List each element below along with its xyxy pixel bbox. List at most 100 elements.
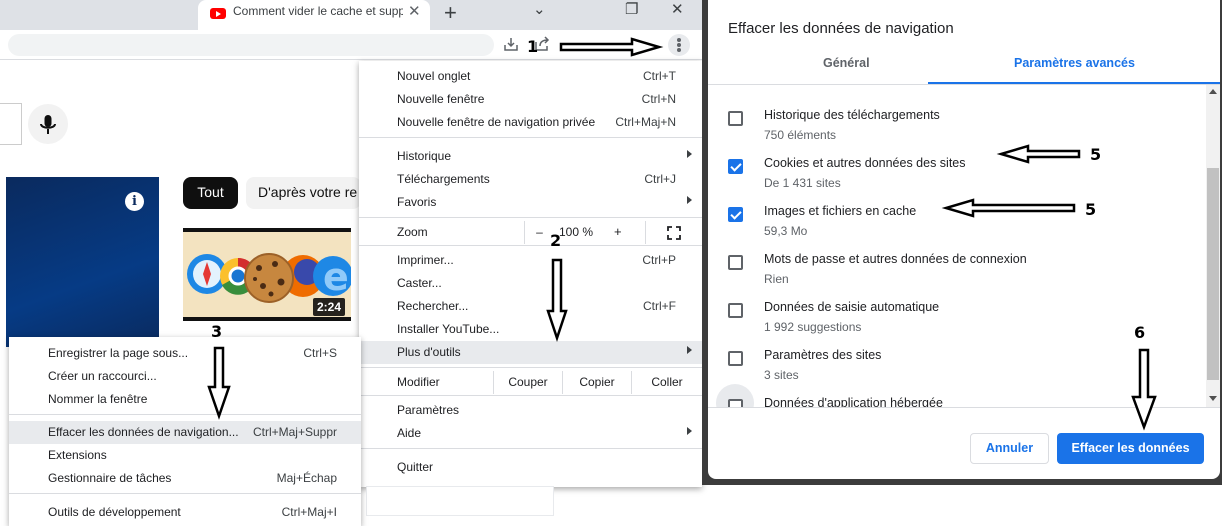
menu-item-zoom: Zoom – 100 % + xyxy=(359,221,702,244)
chevron-right-icon xyxy=(687,150,692,158)
menu-item-history[interactable]: Historique xyxy=(359,145,702,168)
checkbox-checked[interactable] xyxy=(728,159,743,174)
submenu-item-extensions[interactable]: Extensions xyxy=(9,444,361,467)
menu-item-new-tab[interactable]: Nouvel onglet Ctrl+T xyxy=(359,65,702,88)
checkbox[interactable] xyxy=(728,351,743,366)
scroll-up-icon[interactable] xyxy=(1209,89,1217,94)
voice-search-button[interactable] xyxy=(28,104,68,144)
info-icon[interactable]: i xyxy=(125,192,144,211)
menu-item-more-tools[interactable]: Plus d'outils xyxy=(359,341,702,364)
address-bar[interactable] xyxy=(8,34,494,56)
menu-item-install-app[interactable]: Installer YouTube... xyxy=(359,318,702,341)
submenu-item-clear-browsing-data[interactable]: Effacer les données de navigation... Ctr… xyxy=(9,421,361,444)
menu-item-downloads[interactable]: Téléchargements Ctrl+J xyxy=(359,168,702,191)
annotation-number-1: 1 xyxy=(527,37,539,56)
chevron-right-icon xyxy=(687,427,692,435)
chip-recommended[interactable]: D'après votre re xyxy=(246,177,361,209)
paste-button[interactable]: Coller xyxy=(631,371,702,394)
menu-item-shortcut: Ctrl+F xyxy=(643,299,676,313)
annotation-number-2: 2 xyxy=(550,231,562,250)
menu-item-label: Créer un raccourci... xyxy=(48,369,157,383)
zoom-in-button[interactable]: + xyxy=(614,224,622,239)
svg-text:e: e xyxy=(323,255,349,299)
menu-item-label: Historique xyxy=(397,149,452,163)
menu-item-shortcut: Ctrl+Maj+N xyxy=(615,115,676,129)
cancel-button[interactable]: Annuler xyxy=(970,433,1049,464)
menu-item-shortcut: Ctrl+S xyxy=(303,346,337,360)
menu-item-label: Extensions xyxy=(48,448,107,462)
scroll-down-icon[interactable] xyxy=(1209,396,1217,401)
option-subtitle: 59,3 Mo xyxy=(764,224,808,238)
annotation-arrow-left-icon xyxy=(996,144,1081,164)
annotation-number-5: 5 xyxy=(1085,200,1097,219)
menu-separator xyxy=(359,245,702,246)
submenu-item-create-shortcut[interactable]: Créer un raccourci... xyxy=(9,365,361,388)
menu-item-settings[interactable]: Paramètres xyxy=(359,399,702,422)
option-autofill[interactable]: Données de saisie automatique 1 992 sugg… xyxy=(708,286,1206,334)
menu-item-label: Imprimer... xyxy=(397,253,454,267)
menu-item-label: Caster... xyxy=(397,276,442,290)
tab-close-icon[interactable]: ✕ xyxy=(408,2,421,20)
chrome-menu-button[interactable] xyxy=(668,34,690,56)
restore-window-icon[interactable]: ❐ xyxy=(625,0,638,18)
blank-panel xyxy=(366,486,554,516)
tab-advanced[interactable]: Paramètres avancés xyxy=(1014,56,1135,70)
menu-item-label: Enregistrer la page sous... xyxy=(48,346,189,360)
menu-item-label: Paramètres xyxy=(397,403,460,417)
new-tab-button[interactable]: + xyxy=(444,0,457,26)
fullscreen-button[interactable] xyxy=(645,221,702,244)
youtube-search-box[interactable] xyxy=(0,103,22,145)
menu-item-cast[interactable]: Caster... xyxy=(359,272,702,295)
menu-item-label: Zoom xyxy=(397,225,428,239)
submenu-item-name-window[interactable]: Nommer la fenêtre xyxy=(9,388,361,411)
download-icon[interactable] xyxy=(503,36,519,52)
copy-button[interactable]: Copier xyxy=(562,371,631,394)
menu-item-new-private-window[interactable]: Nouvelle fenêtre de navigation privée Ct… xyxy=(359,111,702,134)
annotation-number-5: 5 xyxy=(1090,145,1102,164)
annotation-arrow-left-icon xyxy=(941,198,1076,218)
checkbox[interactable] xyxy=(728,255,743,270)
menu-item-new-window[interactable]: Nouvelle fenêtre Ctrl+N xyxy=(359,88,702,111)
close-window-icon[interactable]: ✕ xyxy=(671,0,684,18)
option-title: Données d'application hébergée xyxy=(764,396,943,407)
menu-item-find[interactable]: Rechercher... Ctrl+F xyxy=(359,295,702,318)
submenu-item-task-manager[interactable]: Gestionnaire de tâches Maj+Échap xyxy=(9,467,361,490)
menu-item-print[interactable]: Imprimer... Ctrl+P xyxy=(359,249,702,272)
option-title: Données de saisie automatique xyxy=(764,300,940,314)
chip-all[interactable]: Tout xyxy=(183,177,238,209)
fullscreen-icon xyxy=(667,226,681,240)
menu-item-shortcut: Ctrl+T xyxy=(643,69,676,83)
chrome-main-menu: Nouvel onglet Ctrl+T Nouvelle fenêtre Ct… xyxy=(359,61,702,487)
submenu-item-dev-tools[interactable]: Outils de développement Ctrl+Maj+I xyxy=(9,501,361,524)
checkbox[interactable] xyxy=(728,111,743,126)
annotation-arrow-down-icon xyxy=(546,258,568,342)
option-passwords[interactable]: Mots de passe et autres données de conne… xyxy=(708,238,1206,286)
menu-item-shortcut: Ctrl+J xyxy=(644,172,676,186)
menu-item-shortcut: Ctrl+Maj+Suppr xyxy=(252,425,337,439)
option-title: Historique des téléchargements xyxy=(764,108,940,122)
video-duration-badge: 2:24 xyxy=(313,298,346,316)
chevron-right-icon xyxy=(687,346,692,354)
featured-video[interactable]: i xyxy=(6,177,159,347)
annotation-arrow-down-icon xyxy=(1131,348,1157,431)
menu-item-quit[interactable]: Quitter xyxy=(359,456,702,479)
cut-button[interactable]: Couper xyxy=(493,371,562,394)
clear-data-button[interactable]: Effacer les données xyxy=(1057,433,1204,464)
option-title: Images et fichiers en cache xyxy=(764,204,917,218)
menu-item-help[interactable]: Aide xyxy=(359,422,702,445)
checkbox-checked[interactable] xyxy=(728,207,743,222)
tab-search-icon[interactable]: ⌄ xyxy=(533,0,546,18)
option-title: Mots de passe et autres données de conne… xyxy=(764,252,1027,266)
option-cookies[interactable]: Cookies et autres données des sites De 1… xyxy=(708,142,1206,190)
scrollbar-thumb[interactable] xyxy=(1207,168,1219,380)
option-subtitle: 750 éléments xyxy=(764,128,837,142)
menu-item-bookmarks[interactable]: Favoris xyxy=(359,191,702,214)
menu-separator xyxy=(359,137,702,138)
checkbox[interactable] xyxy=(728,303,743,318)
browser-tab[interactable]: Comment vider le cache et supp ✕ xyxy=(198,0,430,30)
checkbox[interactable] xyxy=(728,399,743,407)
submenu-item-save-page[interactable]: Enregistrer la page sous... Ctrl+S xyxy=(9,342,361,365)
menu-item-shortcut: Ctrl+P xyxy=(642,253,676,267)
option-download-history[interactable]: Historique des téléchargements 750 éléme… xyxy=(708,94,1206,142)
tab-basic[interactable]: Général xyxy=(823,56,870,70)
